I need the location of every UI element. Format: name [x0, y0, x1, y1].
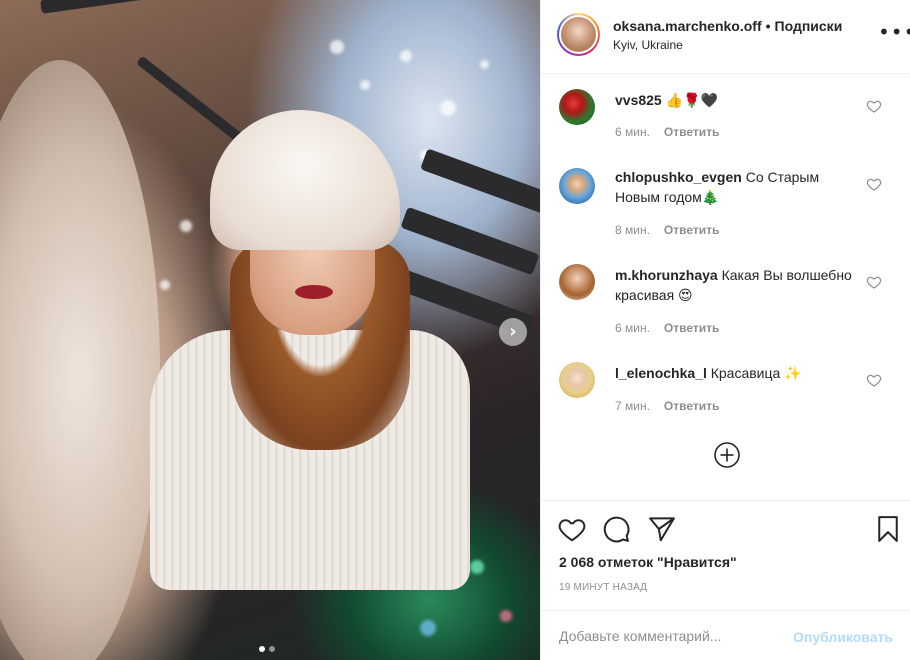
- comment-time[interactable]: 7 мин.: [615, 399, 650, 413]
- post-actions: 2 068 отметок "Нравится" 19 МИНУТ НАЗАД: [541, 500, 910, 610]
- bokeh-light: [330, 40, 344, 54]
- comment-username[interactable]: vvs825: [615, 92, 662, 108]
- mirror-frame: [420, 148, 540, 214]
- author-line: oksana.marchenko.off • Подписки: [613, 18, 842, 34]
- comment-body: chlopushko_evgen Со Старым Новым годом🎄: [615, 167, 855, 207]
- bokeh-light: [440, 100, 456, 116]
- reply-button[interactable]: Ответить: [664, 125, 719, 139]
- share-icon[interactable]: [647, 514, 677, 544]
- comment-input[interactable]: [559, 625, 779, 647]
- publish-button[interactable]: Опубликовать: [793, 629, 893, 645]
- heart-icon[interactable]: [866, 372, 882, 388]
- lips: [295, 285, 333, 299]
- bokeh-light: [360, 80, 370, 90]
- mirror-frame: [400, 206, 540, 276]
- bokeh-light: [500, 610, 512, 622]
- comment-body: vvs825 👍🌹🖤: [615, 90, 855, 110]
- heart-icon[interactable]: [866, 274, 882, 290]
- bokeh-light: [470, 560, 484, 574]
- carousel-next-button[interactable]: ›: [499, 318, 527, 346]
- carousel-dots: [259, 646, 275, 652]
- comment-meta: 6 мин. Ответить: [615, 125, 719, 139]
- likes-count[interactable]: 2 068 отметок "Нравится": [559, 554, 737, 570]
- heart-icon[interactable]: [557, 514, 587, 544]
- comment-body: m.khorunzhaya Какая Вы волшебно красивая…: [615, 265, 855, 305]
- author-username[interactable]: oksana.marchenko.off: [613, 18, 762, 34]
- carousel-dot-active: [259, 646, 265, 652]
- comment-text: 👍🌹🖤: [665, 92, 718, 108]
- comment-time[interactable]: 6 мин.: [615, 321, 650, 335]
- following-button[interactable]: Подписки: [775, 18, 843, 34]
- comments-list: vvs825 👍🌹🖤 6 мин. Ответить chlopushko_evg…: [541, 75, 910, 500]
- comment-username[interactable]: m.khorunzhaya: [615, 267, 718, 283]
- mirror-frame: [40, 0, 538, 14]
- add-comment-bar: Опубликовать: [541, 610, 910, 660]
- post-header: oksana.marchenko.off • Подписки Kyiv, Ukra…: [541, 0, 910, 74]
- author-avatar[interactable]: [557, 13, 600, 56]
- mirror-reflection: [0, 60, 160, 660]
- comment-meta: 6 мин. Ответить: [615, 321, 719, 335]
- heart-icon[interactable]: [866, 98, 882, 114]
- woman-avatar[interactable]: [559, 264, 595, 300]
- bokeh-light: [180, 220, 192, 232]
- post-location[interactable]: Kyiv, Ukraine: [613, 38, 683, 52]
- blonde-avatar[interactable]: [559, 362, 595, 398]
- comment-icon[interactable]: [601, 514, 631, 544]
- comment-time[interactable]: 6 мин.: [615, 125, 650, 139]
- bookmark-icon[interactable]: [873, 514, 903, 544]
- heart-icon[interactable]: [866, 176, 882, 192]
- bokeh-light: [160, 280, 170, 290]
- post-side-panel: oksana.marchenko.off • Подписки Kyiv, Ukra…: [540, 0, 910, 660]
- load-more-comments-icon[interactable]: [713, 441, 741, 469]
- comment-username[interactable]: chlopushko_evgen: [615, 169, 742, 185]
- comment-body: l_elenochka_l Красавица ✨: [615, 363, 855, 383]
- comment-meta: 8 мин. Ответить: [615, 223, 719, 237]
- roses-avatar[interactable]: [559, 89, 595, 125]
- bokeh-light: [420, 620, 436, 636]
- reply-button[interactable]: Ответить: [664, 223, 719, 237]
- comment-meta: 7 мин. Ответить: [615, 399, 719, 413]
- reply-button[interactable]: Ответить: [664, 321, 719, 335]
- post-photo[interactable]: ›: [0, 0, 540, 660]
- child-avatar[interactable]: [559, 168, 595, 204]
- carousel-dot: [269, 646, 275, 652]
- bokeh-light: [400, 50, 412, 62]
- reply-button[interactable]: Ответить: [664, 399, 719, 413]
- comment-username[interactable]: l_elenochka_l: [615, 365, 707, 381]
- separator-dot: •: [765, 18, 771, 34]
- comment-time[interactable]: 8 мин.: [615, 223, 650, 237]
- post-timestamp[interactable]: 19 МИНУТ НАЗАД: [559, 582, 647, 593]
- bokeh-light: [480, 60, 489, 69]
- comment-text: Красавица ✨: [710, 365, 802, 381]
- more-horizontal-icon[interactable]: •••: [878, 20, 910, 44]
